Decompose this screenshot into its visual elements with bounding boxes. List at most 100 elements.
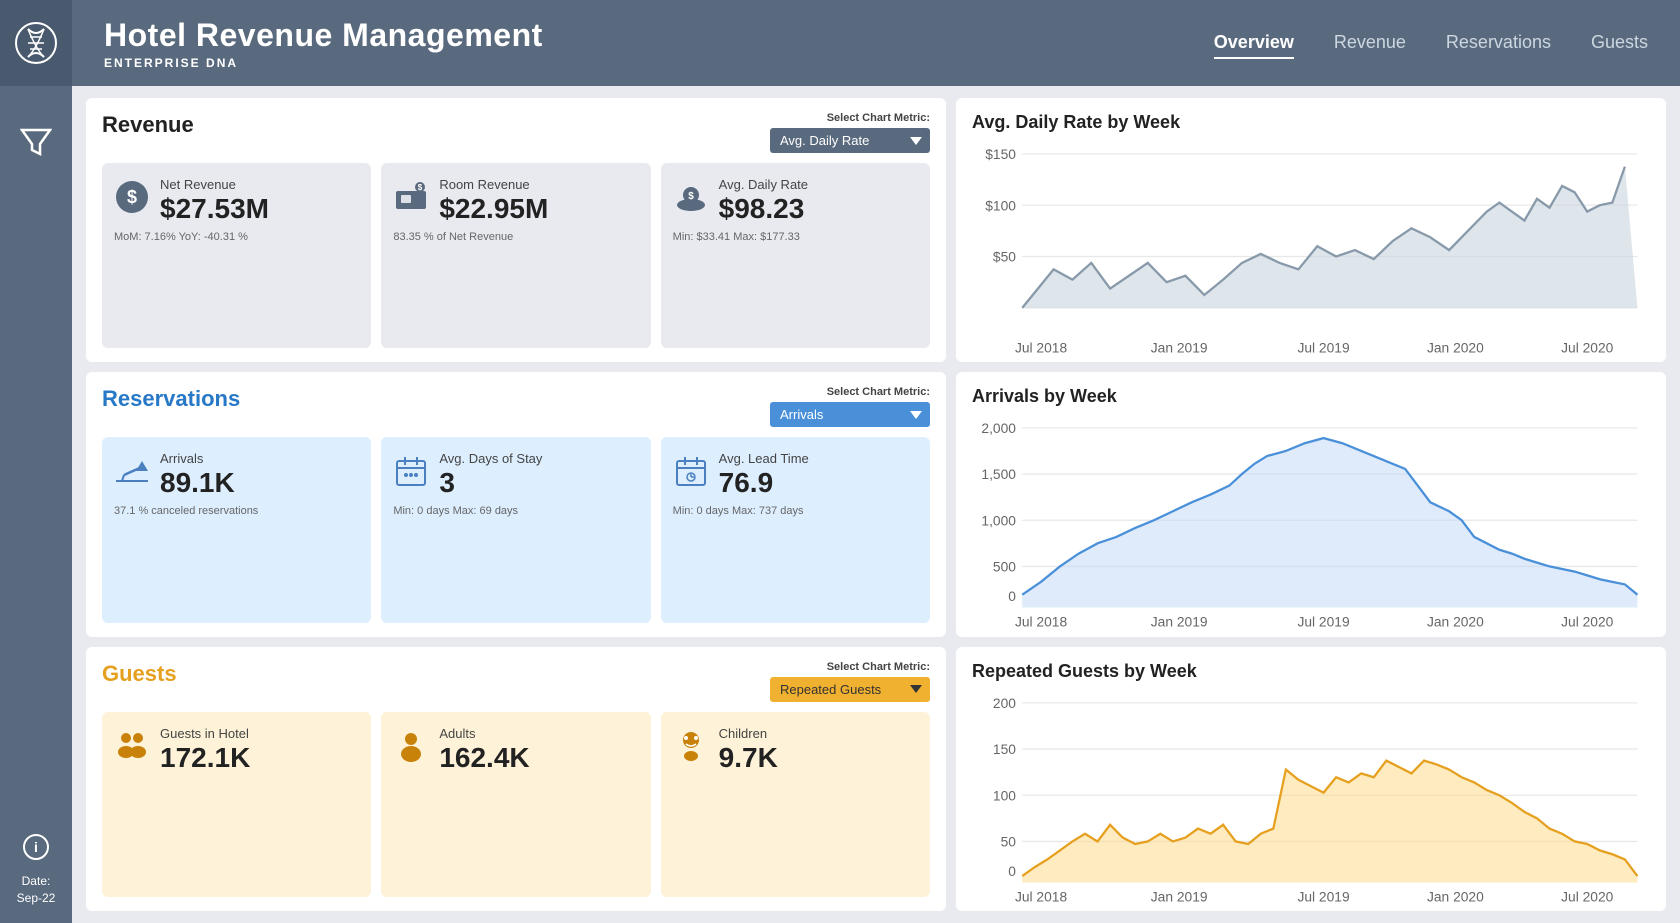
logo-block — [0, 0, 72, 86]
arrivals-sub: 37.1 % canceled reservations — [114, 505, 359, 517]
children-icon — [673, 728, 709, 771]
svg-text:Jul 2018: Jul 2018 — [1015, 614, 1067, 630]
svg-text:1,500: 1,500 — [981, 466, 1016, 482]
avg-stay-sub: Min: 0 days Max: 69 days — [393, 505, 638, 517]
avg-daily-rate-label: Avg. Daily Rate — [719, 177, 918, 192]
guests-chart-panel: Repeated Guests by Week 200 150 100 50 0 — [956, 647, 1666, 911]
net-revenue-label: Net Revenue — [160, 177, 359, 192]
guests-chart-title: Repeated Guests by Week — [972, 661, 1650, 682]
room-revenue-label: Room Revenue — [439, 177, 638, 192]
dna-logo-icon — [14, 21, 58, 65]
guests-panel: Guests Select Chart Metric: Repeated Gue… — [86, 647, 946, 911]
revenue-chart-area: $150 $100 $50 Jul 2018 Jan 2019 Jul 2019… — [972, 141, 1650, 372]
svg-text:$50: $50 — [993, 248, 1016, 264]
app-subtitle: ENTERPRISE DNA — [104, 56, 1214, 70]
avg-daily-rate-value: $98.23 — [719, 194, 918, 225]
adults-icon — [393, 728, 429, 771]
guests-hotel-label: Guests in Hotel — [160, 726, 359, 741]
nav-reservations[interactable]: Reservations — [1446, 28, 1551, 59]
avg-stay-icon — [393, 453, 429, 496]
room-revenue-icon: $ — [393, 179, 429, 222]
revenue-metric-select[interactable]: Avg. Daily Rate Net Revenue Room Revenue — [770, 128, 930, 153]
adults-label: Adults — [439, 726, 638, 741]
guests-title: Guests — [102, 661, 177, 687]
reservations-chart-svg: 2,000 1,500 1,000 500 0 Jul 2018 Jan 201… — [972, 415, 1650, 646]
kpi-avg-daily-rate: $ Avg. Daily Rate $98.23 Min: $33.41 Max… — [661, 163, 930, 348]
svg-text:Jul 2018: Jul 2018 — [1015, 340, 1067, 356]
filter-icon[interactable] — [20, 126, 52, 165]
svg-text:2,000: 2,000 — [981, 420, 1016, 436]
svg-text:Jan 2019: Jan 2019 — [1151, 888, 1208, 904]
children-label: Children — [719, 726, 918, 741]
info-icon[interactable]: i — [22, 833, 50, 867]
revenue-header: Revenue Select Chart Metric: Avg. Daily … — [102, 112, 930, 153]
arrivals-value: 89.1K — [160, 468, 359, 499]
main-nav: Overview Revenue Reservations Guests — [1214, 28, 1648, 59]
nav-overview[interactable]: Overview — [1214, 28, 1294, 59]
kpi-room-revenue: $ Room Revenue $22.95M 83.35 % of Net Re… — [381, 163, 650, 348]
guests-hotel-value: 172.1K — [160, 743, 359, 774]
svg-text:0: 0 — [1008, 863, 1016, 879]
guests-header: Guests Select Chart Metric: Repeated Gue… — [102, 661, 930, 702]
svg-text:$: $ — [688, 191, 694, 202]
avg-lead-time-label: Avg. Lead Time — [719, 451, 918, 466]
kpi-guests-hotel: Guests in Hotel 172.1K — [102, 712, 371, 897]
svg-text:Jul 2020: Jul 2020 — [1561, 614, 1613, 630]
arrivals-icon — [114, 453, 150, 496]
guests-chart-svg: 200 150 100 50 0 Jul 2018 Jan 2019 Jul 2… — [972, 690, 1650, 921]
net-revenue-sub: MoM: 7.16% YoY: -40.31 % — [114, 231, 359, 243]
svg-text:$: $ — [127, 187, 137, 207]
nav-revenue[interactable]: Revenue — [1334, 28, 1406, 59]
svg-text:Jul 2019: Jul 2019 — [1297, 614, 1349, 630]
main-content: Hotel Revenue Management ENTERPRISE DNA … — [72, 0, 1680, 923]
svg-text:50: 50 — [1001, 833, 1017, 849]
svg-text:1,000: 1,000 — [981, 513, 1016, 529]
arrivals-label: Arrivals — [160, 451, 359, 466]
svg-text:Jan 2019: Jan 2019 — [1151, 340, 1208, 356]
svg-text:200: 200 — [993, 694, 1016, 710]
room-revenue-value: $22.95M — [439, 194, 638, 225]
header-title-block: Hotel Revenue Management ENTERPRISE DNA — [104, 17, 1214, 70]
guests-metric-selector: Select Chart Metric: Repeated Guests Gue… — [770, 661, 930, 702]
revenue-chart-panel: Avg. Daily Rate by Week $150 $100 $50 Ju… — [956, 98, 1666, 362]
net-revenue-icon: $ — [114, 179, 150, 222]
svg-text:$: $ — [418, 183, 423, 192]
svg-text:Jan 2020: Jan 2020 — [1427, 340, 1484, 356]
adults-value: 162.4K — [439, 743, 638, 774]
svg-text:$100: $100 — [985, 197, 1016, 213]
revenue-metric-label: Select Chart Metric: — [827, 112, 930, 124]
kpi-avg-stay: Avg. Days of Stay 3 Min: 0 days Max: 69 … — [381, 437, 650, 622]
sidebar-date: Date:Sep-22 — [17, 873, 56, 907]
svg-text:Jul 2020: Jul 2020 — [1561, 340, 1613, 356]
net-revenue-value: $27.53M — [160, 194, 359, 225]
svg-text:Jan 2019: Jan 2019 — [1151, 614, 1208, 630]
svg-text:500: 500 — [993, 559, 1016, 575]
room-revenue-sub: 83.35 % of Net Revenue — [393, 231, 638, 243]
guests-chart-area: 200 150 100 50 0 Jul 2018 Jan 2019 Jul 2… — [972, 690, 1650, 921]
kpi-arrivals: Arrivals 89.1K 37.1 % canceled reservati… — [102, 437, 371, 622]
guests-kpi-cards: Guests in Hotel 172.1K Adults — [102, 712, 930, 897]
app-title: Hotel Revenue Management — [104, 17, 1214, 54]
reservations-chart-title: Arrivals by Week — [972, 386, 1650, 407]
svg-text:Jan 2020: Jan 2020 — [1427, 614, 1484, 630]
reservations-metric-selector: Select Chart Metric: Arrivals Avg. Days … — [770, 386, 930, 427]
svg-text:0: 0 — [1008, 588, 1016, 604]
reservations-header: Reservations Select Chart Metric: Arriva… — [102, 386, 930, 427]
reservations-chart-area: 2,000 1,500 1,000 500 0 Jul 2018 Jan 201… — [972, 415, 1650, 646]
svg-text:100: 100 — [993, 787, 1016, 803]
revenue-metric-selector: Select Chart Metric: Avg. Daily Rate Net… — [770, 112, 930, 153]
nav-guests[interactable]: Guests — [1591, 28, 1648, 59]
avg-lead-time-value: 76.9 — [719, 468, 918, 499]
guests-metric-label: Select Chart Metric: — [827, 661, 930, 673]
revenue-row: Revenue Select Chart Metric: Avg. Daily … — [86, 98, 1666, 362]
sidebar: i Date:Sep-22 — [0, 0, 72, 923]
revenue-title: Revenue — [102, 112, 194, 138]
avg-daily-rate-sub: Min: $33.41 Max: $177.33 — [673, 231, 918, 243]
svg-text:Jan 2020: Jan 2020 — [1427, 888, 1484, 904]
revenue-chart-svg: $150 $100 $50 Jul 2018 Jan 2019 Jul 2019… — [972, 141, 1650, 372]
reservations-metric-select[interactable]: Arrivals Avg. Days of Stay Avg. Lead Tim… — [770, 402, 930, 427]
guests-metric-select[interactable]: Repeated Guests Guests in Hotel Adults C… — [770, 677, 930, 702]
svg-text:Jul 2019: Jul 2019 — [1297, 888, 1349, 904]
reservations-kpi-cards: Arrivals 89.1K 37.1 % canceled reservati… — [102, 437, 930, 622]
reservations-title: Reservations — [102, 386, 240, 412]
